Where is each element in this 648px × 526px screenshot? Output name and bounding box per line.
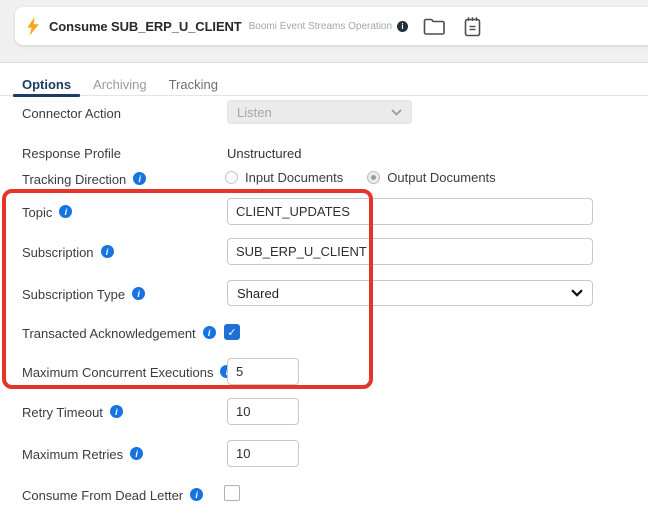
- topic-input[interactable]: [227, 198, 593, 225]
- transacted-acknowledgement-checkbox[interactable]: ✓: [224, 324, 240, 340]
- radio-output-documents-label: Output Documents: [387, 170, 496, 185]
- radio-input-documents[interactable]: [225, 171, 238, 184]
- consume-from-dead-letter-checkbox[interactable]: [224, 485, 240, 501]
- connector-action-label: Connector Action: [22, 106, 122, 121]
- tab-tracking-label: Tracking: [168, 76, 218, 92]
- radio-output-documents[interactable]: [367, 171, 381, 184]
- subscription-type-label: Subscription Type i: [22, 287, 146, 302]
- info-icon[interactable]: i: [190, 488, 204, 501]
- chevron-down-icon: [391, 108, 402, 116]
- response-profile-label: Response Profile: [22, 146, 121, 161]
- retry-timeout-label: Retry Timeout i: [22, 405, 123, 420]
- lightning-icon: [27, 16, 39, 36]
- tab-archiving[interactable]: Archiving: [84, 72, 155, 96]
- tracking-direction-radio-group: Input Documents Output Documents: [225, 170, 496, 185]
- operation-title: Consume SUB_ERP_U_CLIENT: [49, 18, 242, 34]
- header-card: Consume SUB_ERP_U_CLIENT Boomi Event Str…: [15, 7, 648, 45]
- info-icon[interactable]: i: [132, 287, 146, 300]
- notes-icon[interactable]: [460, 15, 484, 37]
- topic-label: Topic i: [22, 205, 73, 220]
- tab-options-label: Options: [22, 76, 72, 92]
- maximum-concurrent-executions-input[interactable]: [227, 358, 299, 385]
- checkmark-icon: ✓: [227, 326, 237, 339]
- maximum-retries-label: Maximum Retries i: [22, 447, 144, 462]
- info-icon[interactable]: i: [109, 405, 123, 418]
- info-icon[interactable]: i: [130, 447, 144, 460]
- radio-input-documents-label: Input Documents: [245, 170, 344, 185]
- chevron-down-icon: [571, 289, 583, 297]
- consume-from-dead-letter-label: Consume From Dead Letter i: [22, 488, 204, 503]
- folder-icon[interactable]: [422, 15, 446, 37]
- header-bar: Consume SUB_ERP_U_CLIENT Boomi Event Str…: [0, 0, 648, 63]
- maximum-retries-input[interactable]: [227, 440, 299, 467]
- tab-tracking[interactable]: Tracking: [160, 72, 227, 96]
- response-profile-value: Unstructured: [227, 146, 302, 161]
- info-icon[interactable]: i: [202, 326, 216, 339]
- subscription-label: Subscription i: [22, 245, 114, 260]
- connector-action-select: Listen: [227, 100, 412, 124]
- info-icon[interactable]: i: [100, 245, 114, 258]
- maximum-concurrent-executions-label: Maximum Concurrent Executions i: [22, 365, 234, 380]
- operation-info-icon[interactable]: i: [397, 20, 409, 32]
- operation-config-page: Consume SUB_ERP_U_CLIENT Boomi Event Str…: [0, 0, 648, 526]
- info-icon[interactable]: i: [133, 172, 147, 185]
- info-icon[interactable]: i: [59, 205, 73, 218]
- subscription-input[interactable]: [227, 238, 593, 265]
- retry-timeout-input[interactable]: [227, 398, 299, 425]
- transacted-acknowledgement-label: Transacted Acknowledgement i: [22, 326, 216, 341]
- tracking-direction-label: Tracking Direction i: [22, 172, 147, 187]
- operation-type-label: Boomi Event Streams Operation: [248, 20, 393, 32]
- tab-options[interactable]: Options: [13, 72, 81, 97]
- tab-bar: Options Archiving Tracking: [0, 72, 648, 97]
- subscription-type-select[interactable]: Shared: [227, 280, 593, 306]
- tab-archiving-label: Archiving: [93, 76, 147, 92]
